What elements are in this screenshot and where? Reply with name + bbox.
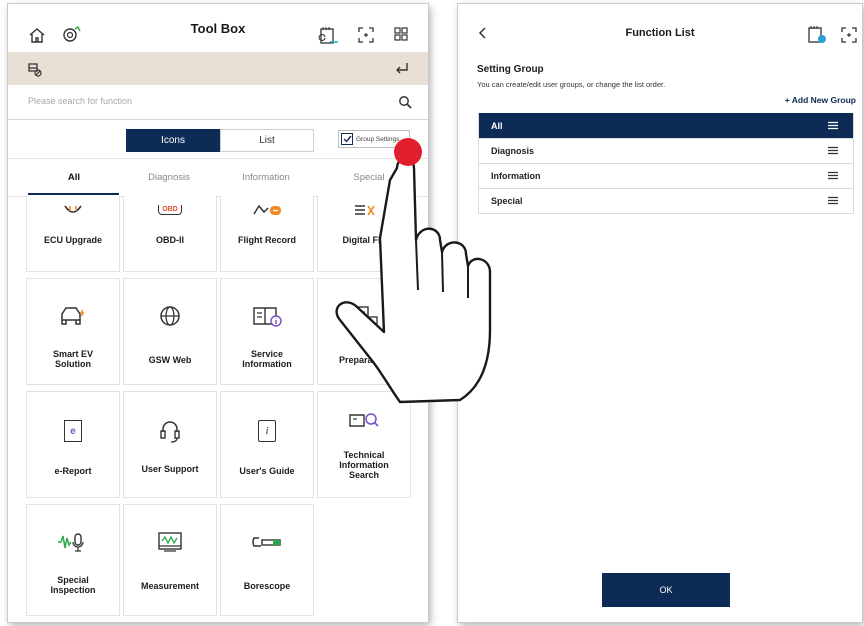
guide-icon-text: i (258, 420, 276, 442)
tab-special[interactable]: Special (321, 172, 417, 183)
tech-search-icon (347, 406, 381, 436)
group-settings-label: Group Settings (356, 135, 400, 143)
ecu-upgrade-icon (56, 196, 90, 225)
borescope-icon (250, 527, 284, 557)
grid-menu-icon[interactable] (393, 26, 409, 42)
obd-icon-text: OBD (158, 205, 182, 215)
headset-icon (153, 416, 187, 446)
tile-digital-field[interactable]: Digital Fle (317, 196, 411, 272)
tile-label: User Support (141, 464, 199, 474)
e-report-icon: e (56, 416, 90, 446)
tile-e-report[interactable]: e e-Report (26, 391, 120, 498)
tile-label: Smart EV Solution (52, 349, 94, 369)
tile-label: Service Information (242, 349, 292, 369)
drag-handle-icon[interactable] (827, 196, 839, 207)
guide-icon: i (250, 416, 284, 446)
preparation-icon (347, 301, 381, 331)
tile-measurement[interactable]: Measurement (123, 504, 217, 616)
book-info-icon (250, 301, 284, 331)
checkbox-checked-icon[interactable] (341, 133, 353, 145)
view-list-button[interactable]: List (220, 129, 314, 152)
tile-technical-information-search[interactable]: Technical Information Search (317, 391, 411, 498)
vehicle-info-bar (8, 52, 428, 85)
tile-preparation[interactable]: Preparation (317, 278, 411, 385)
tile-label: Technical Information Search (339, 450, 389, 480)
tile-service-information[interactable]: Service Information (220, 278, 314, 385)
tile-special-inspection[interactable]: Special Inspection (26, 504, 120, 616)
tile-flight-record[interactable]: Flight Record (220, 196, 314, 272)
tool-box-header: Tool Box (8, 4, 428, 52)
fullscreen-icon[interactable] (840, 26, 858, 44)
group-label: All (491, 121, 503, 131)
group-label: Diagnosis (491, 146, 535, 156)
function-list-panel: Function List Setting Group You can crea… (458, 4, 862, 622)
view-icons-button[interactable]: Icons (126, 129, 220, 152)
tile-ecu-upgrade[interactable]: ECU Upgrade (26, 196, 120, 272)
vehicle-card-icon[interactable] (318, 26, 340, 46)
active-tab-indicator (28, 193, 119, 195)
e-report-icon-text: e (64, 420, 82, 442)
tile-label: Flight Record (238, 235, 296, 245)
globe-icon (153, 301, 187, 331)
group-settings-checkbox[interactable]: Group Settings (338, 130, 410, 148)
search-bar[interactable]: Please search for function (8, 86, 428, 120)
setting-group-description: You can create/edit user groups, or chan… (477, 80, 666, 89)
function-grid: ECU Upgrade OBD OBD-II Flight Record Dig… (26, 196, 414, 616)
sound-inspection-icon (56, 527, 90, 557)
group-label: Special (491, 196, 523, 206)
tile-users-guide[interactable]: i User's Guide (220, 391, 314, 498)
group-row-diagnosis[interactable]: Diagnosis (479, 138, 853, 163)
tab-information[interactable]: Information (218, 172, 314, 183)
return-icon[interactable] (393, 60, 411, 78)
tool-box-panel: Tool Box Please search for function Icon… (8, 4, 428, 622)
tile-label: Special Inspection (50, 575, 96, 595)
digital-field-icon (347, 196, 381, 225)
group-row-special[interactable]: Special (479, 188, 853, 213)
tile-label: Borescope (243, 581, 291, 591)
search-input[interactable]: Please search for function (28, 96, 132, 106)
function-list-title: Function List (625, 27, 695, 39)
setting-group-heading: Setting Group (477, 64, 544, 75)
tile-label: OBD-II (156, 235, 184, 245)
tile-label: Measurement (140, 581, 200, 591)
group-row-all[interactable]: All (479, 113, 853, 138)
ok-button[interactable]: OK (602, 573, 730, 607)
tile-label: ECU Upgrade (43, 235, 102, 245)
measurement-icon (153, 527, 187, 557)
tile-smart-ev-solution[interactable]: Smart EV Solution (26, 278, 120, 385)
tile-label: e-Report (54, 466, 92, 476)
tab-all[interactable]: All (26, 172, 122, 183)
flight-record-icon (250, 196, 284, 225)
ev-car-icon (56, 301, 90, 331)
tile-label: User's Guide (239, 466, 295, 476)
tile-obd-ii[interactable]: OBD OBD-II (123, 196, 217, 272)
drag-handle-icon[interactable] (827, 121, 839, 132)
tile-label: GSW Web (148, 355, 192, 365)
vehicle-connect-icon[interactable] (26, 60, 44, 78)
category-tabs: All Diagnosis Information Special (8, 158, 428, 197)
tile-label: Preparation (338, 355, 389, 365)
tile-label: Digital Fle (342, 235, 386, 245)
tile-gsw-web[interactable]: GSW Web (123, 278, 217, 385)
group-label: Information (491, 171, 541, 181)
group-list: All Diagnosis Information Special (478, 113, 854, 214)
add-new-group-link[interactable]: + Add New Group (785, 95, 856, 105)
group-row-information[interactable]: Information (479, 163, 853, 188)
tile-user-support[interactable]: User Support (123, 391, 217, 498)
search-icon[interactable] (398, 95, 412, 109)
drag-handle-icon[interactable] (827, 171, 839, 182)
obd-icon: OBD (153, 196, 187, 225)
fullscreen-icon[interactable] (357, 26, 375, 44)
tab-diagnosis[interactable]: Diagnosis (121, 172, 217, 183)
tile-borescope[interactable]: Borescope (220, 504, 314, 616)
vehicle-card-icon[interactable] (806, 25, 828, 45)
drag-handle-icon[interactable] (827, 146, 839, 157)
view-toggle-row: Icons List Group Settings (8, 120, 428, 159)
